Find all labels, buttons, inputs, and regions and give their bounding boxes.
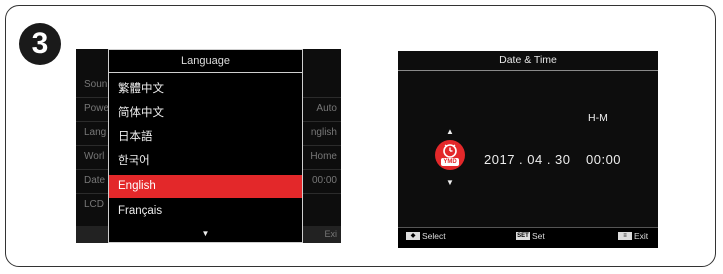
date-time-title: Date & Time bbox=[398, 51, 658, 71]
bg-row-value: 00:00 bbox=[311, 175, 337, 186]
bg-row-label: Date bbox=[84, 175, 106, 186]
language-option[interactable]: 简体中文 bbox=[109, 102, 302, 125]
menu-key-icon: ≡ bbox=[618, 232, 632, 240]
set-key-icon: SET bbox=[516, 232, 530, 240]
language-screen: Soun Powe Lang Worl Date LCD Auto nglish… bbox=[76, 49, 341, 243]
four-way-key-icon: ◆ bbox=[406, 232, 420, 240]
bg-row-label: Lang bbox=[84, 127, 107, 138]
bg-row-label: LCD bbox=[84, 199, 105, 210]
date-value[interactable]: 2017 . 04 . 30 bbox=[484, 152, 571, 167]
date-time-footer: ◆ Select SET Set ≡ Exit bbox=[398, 227, 658, 248]
footer-select: ◆ Select bbox=[406, 231, 446, 241]
bg-row-label: Worl bbox=[84, 151, 105, 162]
language-menu: Language 繁體中文 简体中文 日本語 한국어 English Franç… bbox=[108, 49, 303, 243]
language-option[interactable]: 繁體中文 bbox=[109, 78, 302, 101]
clock-ymd-icon[interactable]: YMD bbox=[435, 140, 465, 170]
language-option[interactable]: 日本語 bbox=[109, 126, 302, 149]
down-arrow-icon[interactable]: ▼ bbox=[446, 178, 454, 187]
footer-select-label: Select bbox=[422, 231, 446, 241]
language-option[interactable]: 한국어 bbox=[109, 150, 302, 173]
bg-row-label: Powe bbox=[84, 103, 110, 114]
date-time-screen: Date & Time H-M ▲ YMD ▼ 2017 . 04 . 30 0… bbox=[398, 51, 658, 248]
footer-exit-label: Exit bbox=[634, 231, 649, 241]
time-format-label: H-M bbox=[588, 112, 608, 124]
bg-row-label: Soun bbox=[84, 79, 108, 90]
clock-icon-text: YMD bbox=[443, 159, 457, 165]
bg-row-value: Auto bbox=[316, 103, 337, 114]
language-option[interactable]: Français bbox=[109, 200, 302, 223]
language-menu-title: Language bbox=[109, 50, 302, 73]
footer-set-label: Set bbox=[532, 231, 545, 241]
step-number-badge: 3 bbox=[19, 23, 61, 65]
bg-footer-exit: Exi bbox=[324, 229, 337, 239]
footer-exit: ≡ Exit bbox=[618, 231, 648, 241]
bg-row-value: Home bbox=[310, 151, 337, 162]
scroll-down-icon: ▼ bbox=[201, 229, 210, 238]
language-option-selected[interactable]: English bbox=[109, 175, 302, 198]
footer-set: SET Set bbox=[516, 231, 545, 241]
up-arrow-icon[interactable]: ▲ bbox=[446, 127, 454, 136]
bg-row-value: nglish bbox=[310, 127, 337, 138]
time-value[interactable]: 00:00 bbox=[586, 152, 621, 167]
